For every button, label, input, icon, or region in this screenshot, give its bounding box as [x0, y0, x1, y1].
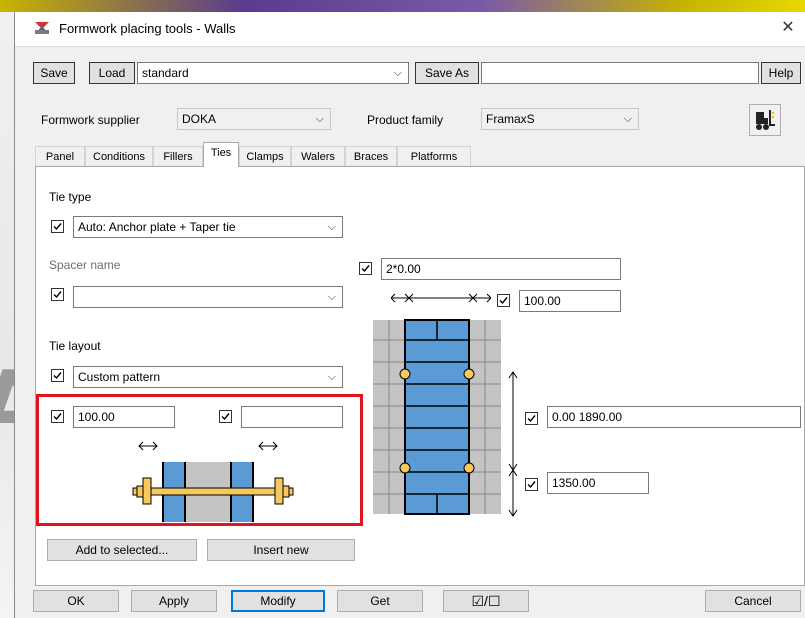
- app-icon: [33, 20, 51, 36]
- footer-bar: OK Apply Modify Get ☑/☐ Cancel: [15, 590, 805, 618]
- family-combo[interactable]: FramaxS ⌵: [481, 108, 639, 130]
- family-label: Product family: [367, 113, 444, 127]
- tab-braces[interactable]: Braces: [345, 146, 397, 166]
- preset-combo[interactable]: standard ⌵: [137, 62, 409, 84]
- supplier-combo[interactable]: DOKA ⌵: [177, 108, 331, 130]
- left-offset-input[interactable]: 100.00: [73, 406, 175, 428]
- tie-layout-checkbox[interactable]: [51, 369, 64, 382]
- close-icon[interactable]: ✕: [775, 16, 801, 40]
- tab-platforms[interactable]: Platforms: [397, 146, 471, 166]
- spacer-dims-checkbox[interactable]: [359, 262, 372, 275]
- supplier-value: DOKA: [182, 112, 217, 126]
- chevron-down-icon: ⌵: [623, 113, 632, 125]
- get-button[interactable]: Get: [337, 590, 423, 612]
- dimension-arrows-icon: [391, 293, 491, 303]
- tab-fillers[interactable]: Fillers: [153, 146, 203, 166]
- tie-layout-label: Tie layout: [49, 339, 101, 353]
- right-offset-checkbox[interactable]: [219, 410, 232, 423]
- tie-type-label: Tie type: [49, 190, 92, 204]
- spacer-combo[interactable]: ⌵: [73, 286, 343, 308]
- tie-layout-combo[interactable]: Custom pattern ⌵: [73, 366, 343, 388]
- horizontal-offset-arrows: [138, 441, 278, 451]
- vertical-spacing-checkbox[interactable]: [525, 478, 538, 491]
- save-as-button[interactable]: Save As: [415, 62, 479, 84]
- chevron-down-icon: ⌵: [327, 291, 336, 303]
- background-strip: [0, 0, 805, 12]
- family-value: FramaxS: [486, 112, 535, 126]
- apply-button[interactable]: Apply: [131, 590, 217, 612]
- save-as-name-input[interactable]: [481, 62, 759, 84]
- background-left: [0, 12, 14, 618]
- left-offset-checkbox[interactable]: [51, 410, 64, 423]
- title-bar: Formwork placing tools - Walls ✕: [15, 12, 805, 47]
- supplier-label: Formwork supplier: [41, 113, 140, 127]
- edge-offset-checkbox[interactable]: [497, 294, 510, 307]
- forklift-icon: [756, 110, 775, 130]
- modify-button[interactable]: Modify: [231, 590, 325, 612]
- tie-layout-value: Custom pattern: [78, 370, 161, 384]
- spacer-checkbox[interactable]: [51, 288, 64, 301]
- cancel-button[interactable]: Cancel: [705, 590, 801, 612]
- insert-new-button[interactable]: Insert new: [207, 539, 355, 561]
- right-offset-input[interactable]: [241, 406, 343, 428]
- window-title: Formwork placing tools - Walls: [59, 21, 236, 36]
- chevron-down-icon: ⌵: [327, 371, 336, 383]
- tab-clamps[interactable]: Clamps: [239, 146, 291, 166]
- tie-type-checkbox[interactable]: [51, 220, 64, 233]
- tab-panel[interactable]: Panel: [35, 146, 85, 166]
- formwork-tool-button[interactable]: [749, 104, 781, 136]
- help-button[interactable]: Help: [761, 62, 801, 84]
- chevron-down-icon: ⌵: [327, 221, 336, 233]
- edge-offset-input[interactable]: 100.00: [519, 290, 621, 312]
- add-to-selected-button[interactable]: Add to selected...: [47, 539, 197, 561]
- tab-walers[interactable]: Walers: [291, 146, 345, 166]
- load-button[interactable]: Load: [89, 62, 135, 84]
- ok-button[interactable]: OK: [33, 590, 119, 612]
- save-button[interactable]: Save: [33, 62, 75, 84]
- check-toggle-button[interactable]: ☑/☐: [443, 590, 529, 612]
- vertical-positions-input[interactable]: 0.00 1890.00: [547, 406, 801, 428]
- tab-conditions[interactable]: Conditions: [85, 146, 153, 166]
- preset-value: standard: [142, 66, 189, 80]
- chevron-down-icon: ⌵: [393, 67, 402, 79]
- formwork-dialog: Formwork placing tools - Walls ✕ Save Lo…: [14, 12, 805, 618]
- spacer-label: Spacer name: [49, 258, 121, 272]
- spacer-dims-input[interactable]: 2*0.00: [381, 258, 621, 280]
- chevron-down-icon: ⌵: [315, 113, 324, 125]
- tab-ties[interactable]: Ties: [203, 142, 239, 167]
- tie-type-combo[interactable]: Auto: Anchor plate + Taper tie ⌵: [73, 216, 343, 238]
- tie-section-diagram: [132, 441, 294, 522]
- tie-type-value: Auto: Anchor plate + Taper tie: [78, 220, 236, 234]
- vertical-positions-checkbox[interactable]: [525, 412, 538, 425]
- vertical-spacing-input[interactable]: 1350.00: [547, 472, 649, 494]
